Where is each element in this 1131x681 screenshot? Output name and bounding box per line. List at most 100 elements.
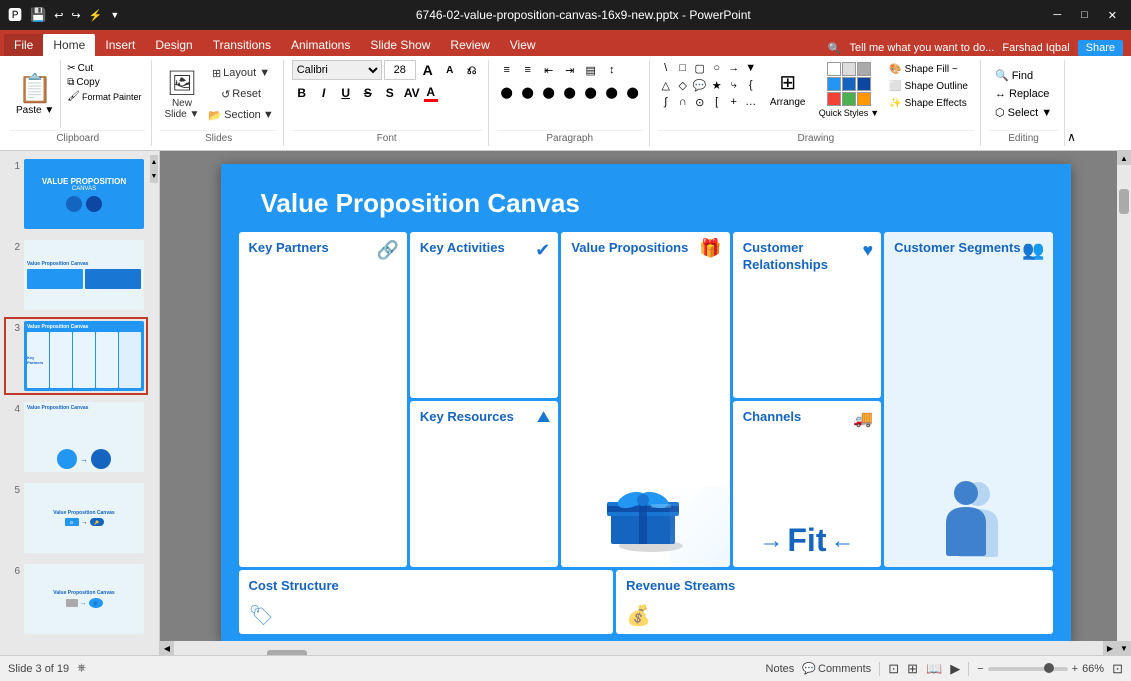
tab-slideshow[interactable]: Slide Show — [360, 34, 440, 56]
style-box-2[interactable] — [842, 62, 856, 76]
accessibility-icon[interactable]: ⎈ — [77, 662, 86, 675]
customer-relationships-cell[interactable]: Customer Relationships ♥ — [733, 232, 881, 398]
tab-animations[interactable]: Animations — [281, 34, 360, 56]
reading-view-button[interactable]: 📖 — [926, 661, 942, 677]
scroll-right-button[interactable]: ▶ — [1103, 641, 1117, 655]
dropdown-arrow[interactable]: ▼ — [110, 10, 119, 20]
decrease-indent-button[interactable]: ⇤ — [539, 60, 559, 80]
shape-rect[interactable]: □ — [675, 60, 691, 76]
shape-callout[interactable]: 💬 — [692, 77, 708, 93]
revenue-streams-cell[interactable]: Revenue Streams 💰 — [616, 570, 1052, 634]
shape-oval[interactable]: ○ — [709, 60, 725, 76]
scroll-down-button[interactable]: ▼ — [1117, 641, 1131, 655]
style-box-1[interactable] — [827, 62, 841, 76]
align-left-button[interactable]: ⬤ — [497, 82, 517, 102]
minimize-button[interactable]: ─ — [1047, 9, 1067, 21]
bold-button[interactable]: B — [292, 83, 312, 103]
align-right-button[interactable]: ⬤ — [539, 82, 559, 102]
ribbon-collapse-button[interactable]: ∧ — [1067, 130, 1076, 144]
comments-button[interactable]: 💬Comments — [802, 662, 871, 675]
tab-design[interactable]: Design — [145, 34, 202, 56]
zoom-in-button[interactable]: + — [1072, 663, 1078, 675]
redo-icon[interactable]: ↪ — [71, 9, 80, 22]
tab-insert[interactable]: Insert — [95, 34, 145, 56]
channels-cell[interactable]: Channels 🚚 → Fit ← — [733, 401, 881, 567]
shape-rounded-rect[interactable]: ▢ — [692, 60, 708, 76]
scroll-thumb-top[interactable] — [1119, 189, 1129, 214]
shape-outline-button[interactable]: ⬜Shape Outline — [885, 79, 972, 94]
cut-button[interactable]: ✂Cut — [65, 62, 143, 75]
underline-button[interactable]: U — [336, 83, 356, 103]
style-box-9[interactable] — [857, 92, 871, 106]
value-propositions-cell[interactable]: Value Propositions 🎁 — [561, 232, 729, 567]
panel-scroll-up[interactable]: ▲ — [150, 155, 158, 169]
style-box-3[interactable] — [857, 62, 871, 76]
flash-icon[interactable]: ⚡ — [89, 9, 103, 22]
shape-extra[interactable]: … — [743, 94, 759, 110]
text-align-button[interactable]: ⬤ — [602, 82, 622, 102]
shape-cross[interactable]: + — [726, 94, 742, 110]
shape-effects-button[interactable]: ✨Shape Effects — [885, 96, 972, 111]
tab-transitions[interactable]: Transitions — [203, 34, 281, 56]
customer-segments-cell[interactable]: Customer Segments 👥 — [884, 232, 1052, 567]
scroll-up-button[interactable]: ▲ — [1117, 151, 1131, 165]
text-direction-button[interactable]: ⬤ — [581, 82, 601, 102]
restore-button[interactable]: □ — [1075, 9, 1094, 21]
notes-button[interactable]: Notes — [766, 663, 795, 675]
panel-scroll-down[interactable]: ▼ — [150, 169, 158, 183]
arrange-button[interactable]: ⊞ Arrange — [763, 60, 813, 118]
presenter-view-button[interactable]: ▶ — [950, 661, 960, 677]
style-box-8[interactable] — [842, 92, 856, 106]
shape-bracket[interactable]: [ — [709, 94, 725, 110]
key-partners-cell[interactable]: Key Partners 🔗 — [239, 232, 407, 567]
paste-button[interactable]: 📋 Paste ▼ — [10, 60, 61, 128]
increase-indent-button[interactable]: ⇥ — [560, 60, 580, 80]
style-box-7[interactable] — [827, 92, 841, 106]
font-name-select[interactable]: Calibri — [292, 60, 382, 80]
shape-brace[interactable]: { — [743, 77, 759, 93]
qs-dropdown[interactable]: ▼ — [870, 108, 879, 118]
shape-bend[interactable]: ⤷ — [726, 77, 742, 93]
italic-button[interactable]: I — [314, 83, 334, 103]
smartart-button[interactable]: ⬤ — [623, 82, 643, 102]
normal-view-button[interactable]: ⊡ — [888, 661, 899, 677]
format-painter-button[interactable]: 🖌Format Painter — [65, 90, 143, 103]
slide-thumb-6[interactable]: 6 Value Proposition Canvas → 👤 — [4, 560, 148, 638]
bullets-button[interactable]: ≡ — [497, 60, 517, 80]
search-tell-me[interactable]: Tell me what you want to do... — [849, 42, 994, 54]
shape-donut[interactable]: ⊙ — [692, 94, 708, 110]
zoom-slider[interactable] — [988, 667, 1068, 671]
char-spacing-button[interactable]: AV — [402, 83, 422, 103]
reset-button[interactable]: ↺Reset — [205, 84, 276, 104]
font-color-button[interactable]: A — [424, 85, 438, 102]
shape-right-arrow[interactable]: → — [726, 60, 742, 76]
slide-thumb-1[interactable]: 1 VALUE PROPOSITION CANVAS — [4, 155, 148, 233]
numbered-list-button[interactable]: ≡ — [518, 60, 538, 80]
fit-slide-button[interactable]: ⊡ — [1112, 661, 1123, 677]
layout-button[interactable]: ⊞Layout ▼ — [205, 63, 276, 83]
strikethrough-button[interactable]: S — [358, 83, 378, 103]
shape-fill-button[interactable]: 🎨Shape Fill ~ — [885, 62, 972, 77]
decrease-font-button[interactable]: A — [440, 60, 460, 80]
scroll-left-button[interactable]: ◀ — [160, 641, 174, 655]
slide-thumb-4[interactable]: 4 Value Proposition Canvas → — [4, 398, 148, 476]
justify-button[interactable]: ⬤ — [560, 82, 580, 102]
increase-font-button[interactable]: A — [418, 60, 438, 80]
columns-button[interactable]: ▤ — [581, 60, 601, 80]
window-controls[interactable]: ─ □ ✕ — [1047, 9, 1123, 22]
shape-curve[interactable]: ∫ — [658, 94, 674, 110]
copy-button[interactable]: ⧉Copy — [65, 76, 143, 89]
style-box-5[interactable] — [842, 77, 856, 91]
key-resources-cell[interactable]: Key Resources ⛰ — [410, 401, 558, 567]
save-icon[interactable]: 💾 — [30, 7, 46, 23]
hscroll-thumb[interactable] — [267, 650, 307, 655]
find-button[interactable]: 🔍Find — [991, 67, 1056, 84]
zoom-slider-thumb[interactable] — [1044, 663, 1054, 673]
line-spacing-button[interactable]: ↕ — [602, 60, 622, 80]
section-button[interactable]: 📂Section▼ — [205, 105, 276, 125]
undo-icon[interactable]: ↩ — [54, 9, 63, 22]
shape-star[interactable]: ★ — [709, 77, 725, 93]
replace-button[interactable]: ↔Replace — [991, 86, 1056, 102]
tab-review[interactable]: Review — [440, 34, 499, 56]
shape-line[interactable]: \ — [658, 60, 674, 76]
